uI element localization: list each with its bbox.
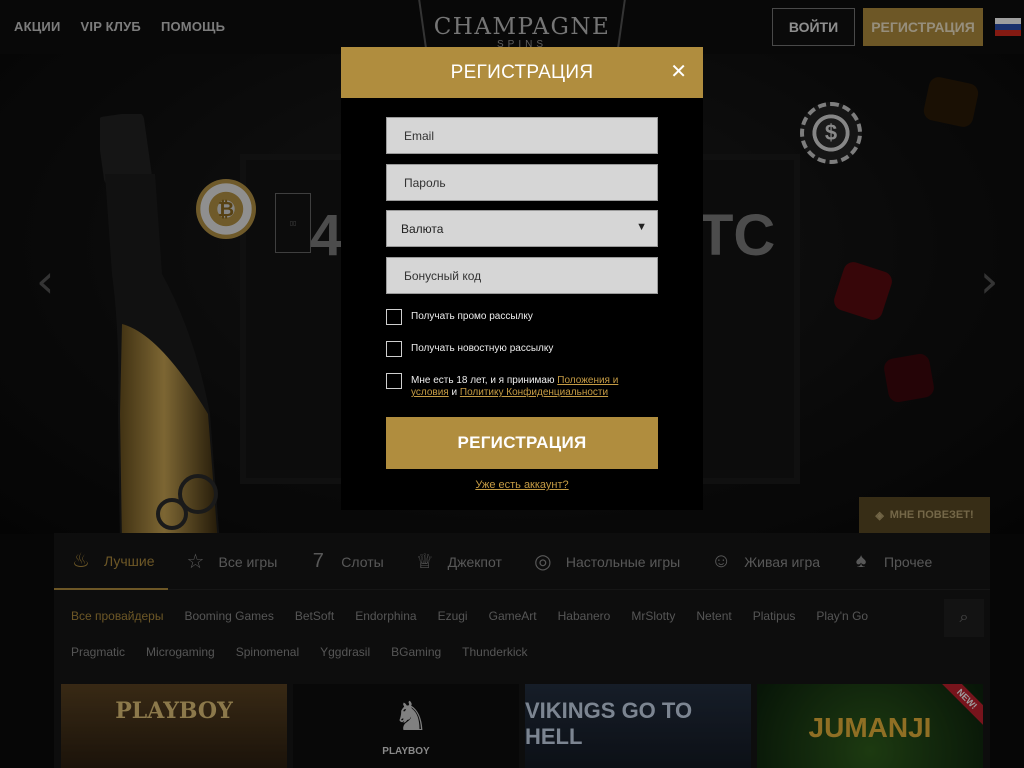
news-newsletter-option: Получать новостную рассылку	[386, 341, 658, 357]
bonus-code-field[interactable]	[386, 257, 658, 294]
promo-newsletter-label: Получать промо рассылку	[411, 311, 533, 322]
have-account-link[interactable]: Уже есть аккаунт?	[341, 479, 703, 491]
news-newsletter-checkbox[interactable]	[386, 341, 402, 357]
bonus-code-input[interactable]	[404, 268, 657, 283]
modal-title: РЕГИСТРАЦИЯ	[450, 61, 594, 83]
news-newsletter-label: Получать новостную рассылку	[411, 343, 554, 354]
email-field[interactable]	[386, 117, 658, 154]
privacy-policy-link[interactable]: Политику Конфиденциальности	[460, 387, 608, 398]
register-submit-button[interactable]: РЕГИСТРАЦИЯ	[386, 417, 658, 469]
terms-option: Мне есть 18 лет, и я принимаю Положения …	[386, 373, 658, 399]
password-input[interactable]	[404, 175, 657, 190]
modal-header: РЕГИСТРАЦИЯ ✕	[341, 47, 703, 98]
terms-checkbox[interactable]	[386, 373, 402, 389]
promo-newsletter-checkbox[interactable]	[386, 309, 402, 325]
chevron-down-icon: ▼	[636, 221, 647, 233]
terms-label: Мне есть 18 лет, и я принимаю Положения …	[411, 373, 658, 399]
registration-modal: РЕГИСТРАЦИЯ ✕ Валюта ▼ Получать промо ра…	[341, 47, 703, 510]
promo-newsletter-option: Получать промо рассылку	[386, 309, 658, 325]
password-field[interactable]	[386, 164, 658, 201]
terms-and: и	[448, 387, 460, 398]
currency-select[interactable]: Валюта ▼	[386, 210, 658, 247]
currency-value: Валюта	[401, 221, 444, 236]
terms-prefix: Мне есть 18 лет, и я принимаю	[411, 375, 558, 386]
close-icon[interactable]: ✕	[670, 61, 687, 81]
email-input[interactable]	[404, 128, 657, 143]
